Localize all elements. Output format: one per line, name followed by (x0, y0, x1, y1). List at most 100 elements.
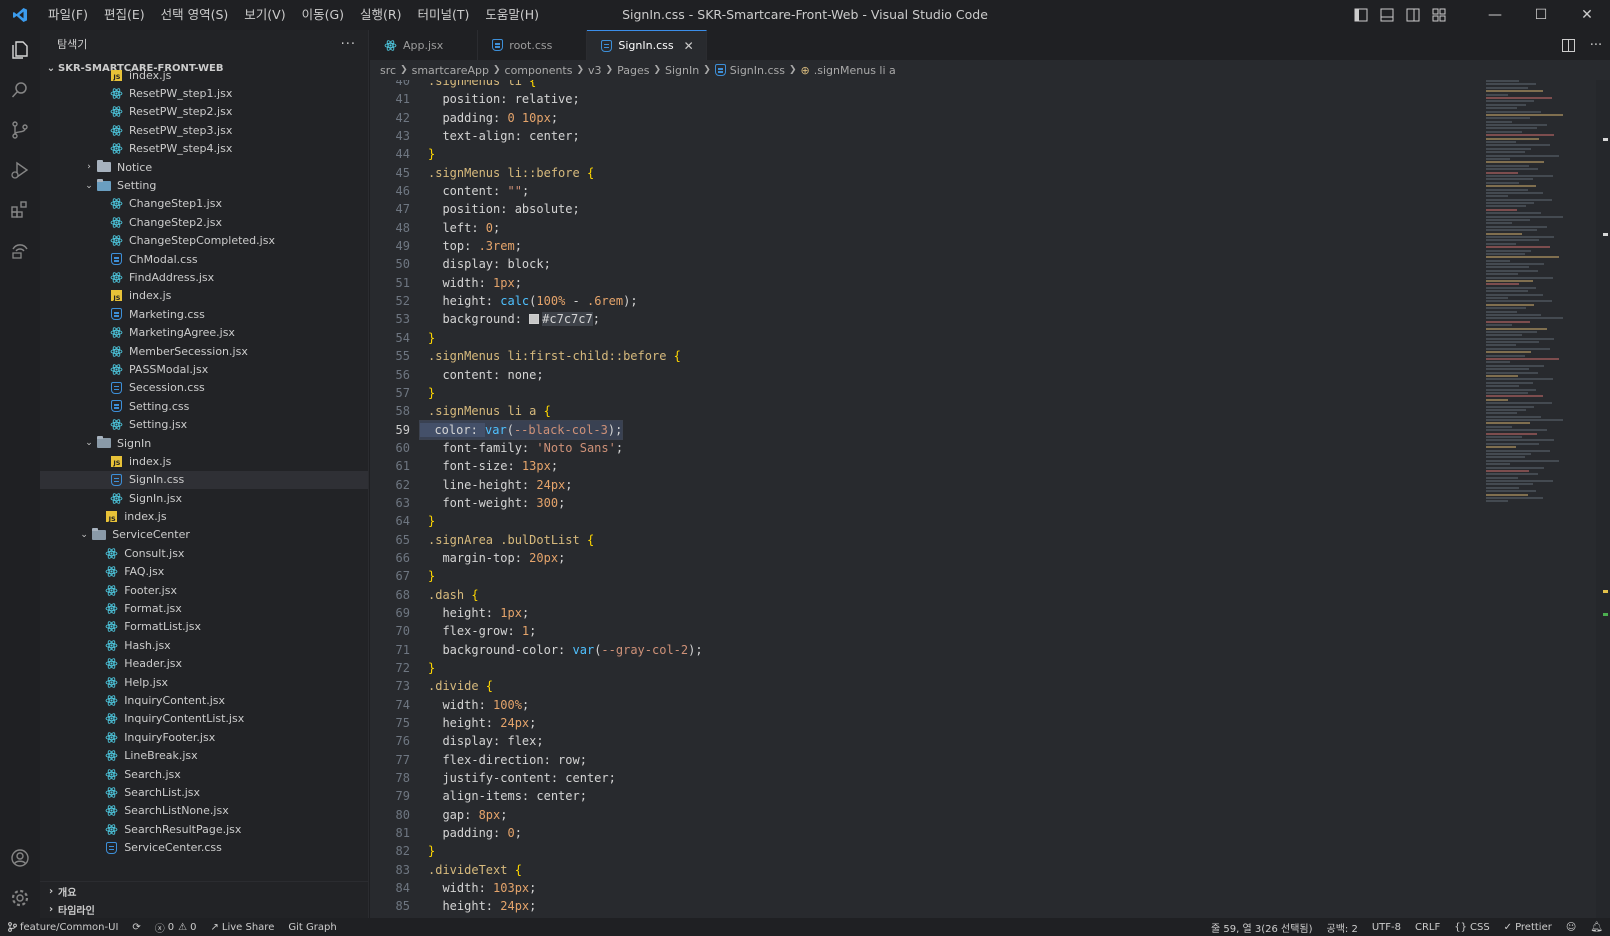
tree-file[interactable]: Header.jsx (40, 655, 368, 673)
remote-explorer-icon[interactable] (0, 230, 40, 270)
tree-file[interactable]: Format.jsx (40, 599, 368, 617)
extensions-icon[interactable] (0, 190, 40, 230)
breadcrumb-item[interactable]: src (380, 64, 396, 77)
menu-item[interactable]: 도움말(H) (477, 0, 547, 30)
tree-file[interactable]: ServiceCenter.css (40, 838, 368, 856)
toggle-secondary-sidebar-icon[interactable] (1400, 0, 1426, 30)
tree-file[interactable]: FormatList.jsx (40, 618, 368, 636)
tree-file[interactable]: JS index.js (40, 66, 368, 84)
maximize-button[interactable]: ☐ (1518, 0, 1564, 30)
tree-file[interactable]: SearchListNone.jsx (40, 802, 368, 820)
tree-file[interactable]: ResetPW_step4.jsx (40, 140, 368, 158)
menu-item[interactable]: 터미널(T) (410, 0, 478, 30)
tree-file[interactable]: JS index.js (40, 452, 368, 470)
color-swatch[interactable] (529, 314, 540, 325)
tab-signin-css[interactable]: SignIn.css ✕ (587, 30, 707, 60)
source-control-icon[interactable] (0, 110, 40, 150)
tree-file[interactable]: ChangeStep1.jsx (40, 195, 368, 213)
breadcrumb-item[interactable]: components (505, 64, 573, 77)
language-mode[interactable]: {} CSS (1447, 918, 1496, 936)
tree-file[interactable]: ResetPW_step1.jsx (40, 84, 368, 102)
tree-file[interactable]: PASSModal.jsx (40, 360, 368, 378)
close-window-button[interactable]: ✕ (1564, 0, 1610, 30)
tree-folder[interactable]: ⌄ ServiceCenter (40, 526, 368, 544)
branch-indicator[interactable]: feature/Common-UI (0, 918, 125, 936)
encoding[interactable]: UTF-8 (1365, 918, 1408, 936)
breadcrumb-item[interactable]: smartcareApp (412, 64, 489, 77)
outline-panel-header[interactable]: › 개요 (40, 882, 368, 900)
tree-file[interactable]: JS index.js (40, 287, 368, 305)
problems-indicator[interactable]: ⓧ 0 ⚠ 0 (148, 918, 204, 936)
minimize-button[interactable]: — (1472, 0, 1518, 30)
tree-file[interactable]: SearchList.jsx (40, 783, 368, 801)
tab-root-css[interactable]: root.css (478, 30, 588, 60)
tree-file[interactable]: SignIn.css (40, 470, 368, 489)
breadcrumb-file[interactable]: SignIn.css (730, 64, 785, 77)
tree-file[interactable]: FindAddress.jsx (40, 268, 368, 286)
accounts-icon[interactable] (0, 838, 40, 878)
tree-folder[interactable]: ⌄ SignIn (40, 434, 368, 452)
close-tab-icon[interactable]: ✕ (684, 39, 694, 53)
tree-file[interactable]: SearchResultPage.jsx (40, 820, 368, 838)
split-editor-icon[interactable] (1554, 38, 1582, 52)
toggle-panel-icon[interactable] (1374, 0, 1400, 30)
tree-file[interactable]: FAQ.jsx (40, 563, 368, 581)
tree-file[interactable]: ResetPW_step2.jsx (40, 103, 368, 121)
more-actions-icon[interactable]: ··· (341, 37, 356, 52)
tree-folder[interactable]: ⌄ Setting (40, 176, 368, 194)
menu-item[interactable]: 실행(R) (352, 0, 409, 30)
tree-file[interactable]: Consult.jsx (40, 544, 368, 562)
tab-app-jsx[interactable]: App.jsx (370, 30, 479, 60)
menu-item[interactable]: 선택 영역(S) (153, 0, 237, 30)
notifications-bell-icon[interactable]: 🔔︎ (1583, 918, 1610, 936)
menu-item[interactable]: 편집(E) (96, 0, 153, 30)
tree-file[interactable]: ChangeStep2.jsx (40, 213, 368, 231)
tree-file[interactable]: JS index.js (40, 507, 368, 525)
tree-file[interactable]: Hash.jsx (40, 636, 368, 654)
editor-scrollbar[interactable] (1596, 80, 1610, 918)
git-graph-button[interactable]: Git Graph (281, 918, 343, 936)
tree-file[interactable]: ChangeStepCompleted.jsx (40, 232, 368, 250)
prettier-status[interactable]: ✓ Prettier (1497, 918, 1559, 936)
breadcrumb-item[interactable]: SignIn (665, 64, 699, 77)
customize-layout-icon[interactable] (1426, 0, 1452, 30)
tree-file[interactable]: Secession.css (40, 379, 368, 397)
menu-item[interactable]: 보기(V) (236, 0, 293, 30)
settings-gear-icon[interactable] (0, 878, 40, 918)
tree-file[interactable]: MemberSecession.jsx (40, 342, 368, 360)
tree-file[interactable]: InquiryContentList.jsx (40, 710, 368, 728)
tree-file[interactable]: ChModal.css (40, 250, 368, 268)
indentation[interactable]: 공백: 2 (1320, 918, 1365, 936)
line-ending[interactable]: CRLF (1408, 918, 1447, 936)
tree-file[interactable]: ResetPW_step3.jsx (40, 121, 368, 139)
breadcrumb-symbol[interactable]: .signMenus li a (814, 64, 896, 77)
toggle-primary-sidebar-icon[interactable] (1348, 0, 1374, 30)
explorer-icon[interactable] (0, 30, 40, 70)
menu-item[interactable]: 파일(F) (40, 0, 96, 30)
menu-item[interactable]: 이동(G) (294, 0, 352, 30)
live-share-button[interactable]: ↗ Live Share (204, 918, 282, 936)
tree-file[interactable]: Help.jsx (40, 673, 368, 691)
tree-file[interactable]: Search.jsx (40, 765, 368, 783)
tree-file[interactable]: Marketing.css (40, 305, 368, 323)
code-editor[interactable]: 40 .signMenus li {41 position: relative; 4… (370, 80, 1610, 918)
tree-file[interactable]: Footer.jsx (40, 581, 368, 599)
tree-file[interactable]: SignIn.jsx (40, 489, 368, 507)
minimap[interactable] (1486, 80, 1596, 520)
feedback-icon[interactable]: ☺ (1559, 918, 1583, 936)
cursor-position[interactable]: 줄 59, 열 3(26 선택됨) (1204, 918, 1320, 936)
editor-more-actions-icon[interactable]: ··· (1582, 38, 1610, 53)
tree-file[interactable]: MarketingAgree.jsx (40, 323, 368, 341)
tree-file[interactable]: LineBreak.jsx (40, 746, 368, 764)
tree-file[interactable]: InquiryContent.jsx (40, 691, 368, 709)
search-icon[interactable] (0, 70, 40, 110)
tree-file[interactable]: Setting.jsx (40, 415, 368, 433)
tree-file[interactable]: InquiryFooter.jsx (40, 728, 368, 746)
breadcrumb-item[interactable]: Pages (617, 64, 649, 77)
run-debug-icon[interactable] (0, 150, 40, 190)
timeline-panel-header[interactable]: › 타임라인 (40, 900, 368, 918)
tree-file[interactable]: Setting.css (40, 397, 368, 415)
tree-folder[interactable]: › Notice (40, 158, 368, 176)
breadcrumb-item[interactable]: v3 (588, 64, 602, 77)
sync-icon[interactable]: ⟳ (125, 918, 147, 936)
